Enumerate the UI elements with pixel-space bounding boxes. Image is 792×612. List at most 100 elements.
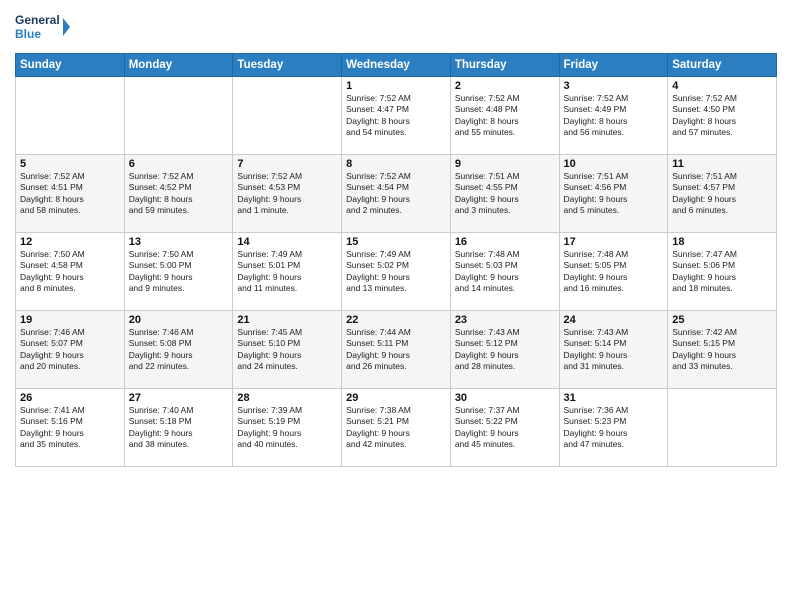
cell-content: Sunrise: 7:50 AM Sunset: 4:58 PM Dayligh… — [20, 249, 120, 295]
calendar-cell: 31Sunrise: 7:36 AM Sunset: 5:23 PM Dayli… — [559, 389, 668, 467]
calendar-cell — [124, 77, 233, 155]
day-number: 15 — [346, 236, 446, 248]
day-number: 29 — [346, 392, 446, 404]
calendar-cell: 12Sunrise: 7:50 AM Sunset: 4:58 PM Dayli… — [16, 233, 125, 311]
cell-content: Sunrise: 7:52 AM Sunset: 4:50 PM Dayligh… — [672, 93, 772, 139]
cell-content: Sunrise: 7:49 AM Sunset: 5:01 PM Dayligh… — [237, 249, 337, 295]
page: General Blue SundayMondayTuesdayWednesda… — [0, 0, 792, 612]
calendar-cell: 14Sunrise: 7:49 AM Sunset: 5:01 PM Dayli… — [233, 233, 342, 311]
cell-content: Sunrise: 7:42 AM Sunset: 5:15 PM Dayligh… — [672, 327, 772, 373]
calendar: SundayMondayTuesdayWednesdayThursdayFrid… — [15, 53, 777, 467]
cell-content: Sunrise: 7:41 AM Sunset: 5:16 PM Dayligh… — [20, 405, 120, 451]
calendar-cell: 2Sunrise: 7:52 AM Sunset: 4:48 PM Daylig… — [450, 77, 559, 155]
day-header-friday: Friday — [559, 54, 668, 77]
week-row-2: 5Sunrise: 7:52 AM Sunset: 4:51 PM Daylig… — [16, 155, 777, 233]
day-number: 14 — [237, 236, 337, 248]
cell-content: Sunrise: 7:50 AM Sunset: 5:00 PM Dayligh… — [129, 249, 229, 295]
day-number: 20 — [129, 314, 229, 326]
cell-content: Sunrise: 7:52 AM Sunset: 4:51 PM Dayligh… — [20, 171, 120, 217]
cell-content: Sunrise: 7:43 AM Sunset: 5:12 PM Dayligh… — [455, 327, 555, 373]
calendar-cell: 3Sunrise: 7:52 AM Sunset: 4:49 PM Daylig… — [559, 77, 668, 155]
svg-text:General: General — [15, 13, 60, 27]
day-number: 9 — [455, 158, 555, 170]
logo: General Blue — [15, 10, 70, 45]
calendar-cell: 28Sunrise: 7:39 AM Sunset: 5:19 PM Dayli… — [233, 389, 342, 467]
day-number: 3 — [564, 80, 664, 92]
calendar-cell: 10Sunrise: 7:51 AM Sunset: 4:56 PM Dayli… — [559, 155, 668, 233]
cell-content: Sunrise: 7:52 AM Sunset: 4:49 PM Dayligh… — [564, 93, 664, 139]
day-header-tuesday: Tuesday — [233, 54, 342, 77]
day-number: 31 — [564, 392, 664, 404]
calendar-cell — [233, 77, 342, 155]
calendar-cell: 17Sunrise: 7:48 AM Sunset: 5:05 PM Dayli… — [559, 233, 668, 311]
calendar-cell: 5Sunrise: 7:52 AM Sunset: 4:51 PM Daylig… — [16, 155, 125, 233]
calendar-cell: 29Sunrise: 7:38 AM Sunset: 5:21 PM Dayli… — [342, 389, 451, 467]
cell-content: Sunrise: 7:40 AM Sunset: 5:18 PM Dayligh… — [129, 405, 229, 451]
cell-content: Sunrise: 7:37 AM Sunset: 5:22 PM Dayligh… — [455, 405, 555, 451]
day-number: 26 — [20, 392, 120, 404]
cell-content: Sunrise: 7:51 AM Sunset: 4:56 PM Dayligh… — [564, 171, 664, 217]
header: General Blue — [15, 10, 777, 45]
day-number: 24 — [564, 314, 664, 326]
cell-content: Sunrise: 7:51 AM Sunset: 4:57 PM Dayligh… — [672, 171, 772, 217]
cell-content: Sunrise: 7:49 AM Sunset: 5:02 PM Dayligh… — [346, 249, 446, 295]
calendar-cell: 22Sunrise: 7:44 AM Sunset: 5:11 PM Dayli… — [342, 311, 451, 389]
cell-content: Sunrise: 7:36 AM Sunset: 5:23 PM Dayligh… — [564, 405, 664, 451]
calendar-cell: 11Sunrise: 7:51 AM Sunset: 4:57 PM Dayli… — [668, 155, 777, 233]
day-header-sunday: Sunday — [16, 54, 125, 77]
cell-content: Sunrise: 7:52 AM Sunset: 4:47 PM Dayligh… — [346, 93, 446, 139]
day-number: 28 — [237, 392, 337, 404]
day-number: 17 — [564, 236, 664, 248]
day-number: 4 — [672, 80, 772, 92]
day-headers: SundayMondayTuesdayWednesdayThursdayFrid… — [16, 54, 777, 77]
calendar-cell: 6Sunrise: 7:52 AM Sunset: 4:52 PM Daylig… — [124, 155, 233, 233]
calendar-cell — [16, 77, 125, 155]
day-number: 2 — [455, 80, 555, 92]
day-header-wednesday: Wednesday — [342, 54, 451, 77]
calendar-cell: 13Sunrise: 7:50 AM Sunset: 5:00 PM Dayli… — [124, 233, 233, 311]
calendar-cell: 24Sunrise: 7:43 AM Sunset: 5:14 PM Dayli… — [559, 311, 668, 389]
calendar-cell: 20Sunrise: 7:46 AM Sunset: 5:08 PM Dayli… — [124, 311, 233, 389]
calendar-cell: 18Sunrise: 7:47 AM Sunset: 5:06 PM Dayli… — [668, 233, 777, 311]
calendar-cell: 7Sunrise: 7:52 AM Sunset: 4:53 PM Daylig… — [233, 155, 342, 233]
calendar-cell — [668, 389, 777, 467]
cell-content: Sunrise: 7:46 AM Sunset: 5:08 PM Dayligh… — [129, 327, 229, 373]
cell-content: Sunrise: 7:45 AM Sunset: 5:10 PM Dayligh… — [237, 327, 337, 373]
calendar-cell: 21Sunrise: 7:45 AM Sunset: 5:10 PM Dayli… — [233, 311, 342, 389]
week-row-1: 1Sunrise: 7:52 AM Sunset: 4:47 PM Daylig… — [16, 77, 777, 155]
calendar-cell: 26Sunrise: 7:41 AM Sunset: 5:16 PM Dayli… — [16, 389, 125, 467]
day-number: 12 — [20, 236, 120, 248]
cell-content: Sunrise: 7:38 AM Sunset: 5:21 PM Dayligh… — [346, 405, 446, 451]
day-number: 6 — [129, 158, 229, 170]
cell-content: Sunrise: 7:48 AM Sunset: 5:03 PM Dayligh… — [455, 249, 555, 295]
calendar-cell: 8Sunrise: 7:52 AM Sunset: 4:54 PM Daylig… — [342, 155, 451, 233]
cell-content: Sunrise: 7:46 AM Sunset: 5:07 PM Dayligh… — [20, 327, 120, 373]
calendar-cell: 4Sunrise: 7:52 AM Sunset: 4:50 PM Daylig… — [668, 77, 777, 155]
cell-content: Sunrise: 7:52 AM Sunset: 4:53 PM Dayligh… — [237, 171, 337, 217]
day-number: 23 — [455, 314, 555, 326]
day-number: 7 — [237, 158, 337, 170]
cell-content: Sunrise: 7:48 AM Sunset: 5:05 PM Dayligh… — [564, 249, 664, 295]
calendar-cell: 15Sunrise: 7:49 AM Sunset: 5:02 PM Dayli… — [342, 233, 451, 311]
day-number: 30 — [455, 392, 555, 404]
cell-content: Sunrise: 7:52 AM Sunset: 4:48 PM Dayligh… — [455, 93, 555, 139]
cell-content: Sunrise: 7:44 AM Sunset: 5:11 PM Dayligh… — [346, 327, 446, 373]
week-row-5: 26Sunrise: 7:41 AM Sunset: 5:16 PM Dayli… — [16, 389, 777, 467]
calendar-cell: 27Sunrise: 7:40 AM Sunset: 5:18 PM Dayli… — [124, 389, 233, 467]
logo-svg: General Blue — [15, 10, 70, 45]
cell-content: Sunrise: 7:47 AM Sunset: 5:06 PM Dayligh… — [672, 249, 772, 295]
calendar-body: 1Sunrise: 7:52 AM Sunset: 4:47 PM Daylig… — [16, 77, 777, 467]
day-number: 16 — [455, 236, 555, 248]
calendar-cell: 1Sunrise: 7:52 AM Sunset: 4:47 PM Daylig… — [342, 77, 451, 155]
cell-content: Sunrise: 7:43 AM Sunset: 5:14 PM Dayligh… — [564, 327, 664, 373]
day-header-monday: Monday — [124, 54, 233, 77]
day-number: 1 — [346, 80, 446, 92]
calendar-cell: 19Sunrise: 7:46 AM Sunset: 5:07 PM Dayli… — [16, 311, 125, 389]
calendar-cell: 23Sunrise: 7:43 AM Sunset: 5:12 PM Dayli… — [450, 311, 559, 389]
svg-text:Blue: Blue — [15, 27, 41, 41]
day-number: 19 — [20, 314, 120, 326]
calendar-cell: 16Sunrise: 7:48 AM Sunset: 5:03 PM Dayli… — [450, 233, 559, 311]
day-number: 8 — [346, 158, 446, 170]
day-header-saturday: Saturday — [668, 54, 777, 77]
cell-content: Sunrise: 7:52 AM Sunset: 4:52 PM Dayligh… — [129, 171, 229, 217]
